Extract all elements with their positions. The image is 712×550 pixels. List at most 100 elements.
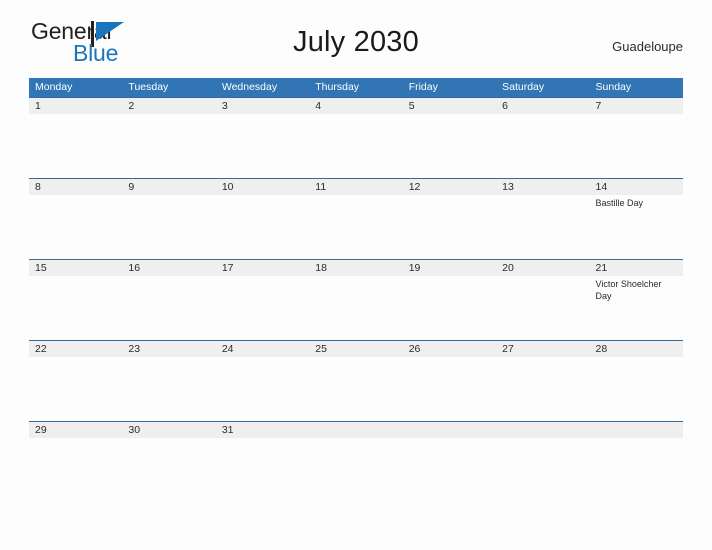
day-number-15[interactable]: 15 [29,260,122,276]
day-cell-19[interactable] [403,276,496,340]
calendar-page: General Blue July 2030 Guadeloupe Monday… [0,0,712,550]
day-number-16[interactable]: 16 [122,260,215,276]
day-cell-3[interactable] [216,114,309,178]
day-cell-empty [590,438,683,454]
day-cell-14[interactable]: Bastille Day [590,195,683,259]
calendar-week-row: 1234567 [29,97,683,178]
week-number-band: 8 9 10 11 12 13 14 [29,179,683,195]
day-cell-4[interactable] [309,114,402,178]
weekday-header-wednesday: Wednesday [221,81,278,93]
day-number-empty [309,422,402,438]
day-cell-22[interactable] [29,357,122,421]
day-event: Bastille Day [595,198,644,208]
day-cell-26[interactable] [403,357,496,421]
day-cell-1[interactable] [29,114,122,178]
week-number-band: 29 30 31 [29,422,683,438]
day-number-4[interactable]: 4 [309,98,402,114]
day-number-31[interactable]: 31 [216,422,309,438]
week-body [29,114,683,178]
weekday-header-tuesday: Tuesday [128,81,169,93]
day-cell-30[interactable] [122,438,215,454]
week-number-band: 15 16 17 18 19 20 21 [29,260,683,276]
day-cell-28[interactable] [590,357,683,421]
day-cell-27[interactable] [496,357,589,421]
weekday-header-friday: Friday [408,81,438,93]
week-body [29,357,683,421]
day-number-empty [496,422,589,438]
day-cell-20[interactable] [496,276,589,340]
weekday-header-thursday: Thursday [315,81,360,93]
day-number-1[interactable]: 1 [29,98,122,114]
week-body [29,438,683,454]
day-number-18[interactable]: 18 [309,260,402,276]
day-cell-8[interactable] [29,195,122,259]
day-number-27[interactable]: 27 [496,341,589,357]
week-body: Bastille Day [29,195,683,259]
day-cell-empty [309,438,402,454]
day-cell-18[interactable] [309,276,402,340]
day-cell-25[interactable] [309,357,402,421]
day-cell-6[interactable] [496,114,589,178]
calendar-week-row: 29 30 31 [29,421,683,454]
day-cell-13[interactable] [496,195,589,259]
day-cell-10[interactable] [216,195,309,259]
day-cell-empty [403,438,496,454]
day-cell-23[interactable] [122,357,215,421]
day-number-28[interactable]: 28 [590,341,683,357]
day-number-3[interactable]: 3 [216,98,309,114]
calendar-week-row: 15 16 17 18 19 20 21 Victor Shoelcher Day [29,259,683,340]
day-number-empty [590,422,683,438]
day-number-11[interactable]: 11 [309,179,402,195]
day-number-19[interactable]: 19 [403,260,496,276]
day-number-13[interactable]: 13 [496,179,589,195]
day-number-2[interactable]: 2 [122,98,215,114]
day-cell-15[interactable] [29,276,122,340]
weekday-header-monday: Monday [35,81,73,93]
day-number-8[interactable]: 8 [29,179,122,195]
day-number-9[interactable]: 9 [122,179,215,195]
weekday-header-row: Monday Tuesday Wednesday Thursday Friday Satu… [29,78,683,97]
day-cell-2[interactable] [122,114,215,178]
day-cell-16[interactable] [122,276,215,340]
day-number-29[interactable]: 29 [29,422,122,438]
day-cell-9[interactable] [122,195,215,259]
calendar-weeks: 1 2 3 4 5 6 7 8 9 10 11 12 13 14 Bastille Day 15 16 17 18 1… [29,97,683,454]
day-number-23[interactable]: 23 [122,341,215,357]
day-cell-11[interactable] [309,195,402,259]
day-cell-31[interactable] [216,438,309,454]
day-number-24[interactable]: 24 [216,341,309,357]
day-number-25[interactable]: 25 [309,341,402,357]
day-cell-7[interactable] [590,114,683,178]
day-number-6[interactable]: 6 [496,98,589,114]
day-number-10[interactable]: 10 [216,179,309,195]
calendar-week-row: 22 23 24 25 26 27 28 [29,340,683,421]
day-cell-5[interactable] [403,114,496,178]
day-number-26[interactable]: 26 [403,341,496,357]
day-event: Victor Shoelcher Day [595,279,662,301]
day-cell-24[interactable] [216,357,309,421]
day-number-21[interactable]: 21 [590,260,683,276]
day-cell-empty [496,438,589,454]
weekday-header-sunday: Sunday [595,81,632,93]
day-cell-12[interactable] [403,195,496,259]
page-title: July 2030 [293,26,419,58]
calendar-grid: Monday Tuesday Wednesday Thursday Friday Satu… [29,78,683,454]
day-cell-29[interactable] [29,438,122,454]
week-number-band: 22 23 24 25 26 27 28 [29,341,683,357]
day-cell-21[interactable]: Victor Shoelcher Day [590,276,683,340]
page-header: General Blue July 2030 Guadeloupe [29,0,683,74]
day-number-14[interactable]: 14 [590,179,683,195]
location-label: Guadeloupe [612,39,683,54]
week-body: Victor Shoelcher Day [29,276,683,340]
weekday-header-saturday: Saturday [502,81,545,93]
day-number-17[interactable]: 17 [216,260,309,276]
day-number-empty [403,422,496,438]
day-number-20[interactable]: 20 [496,260,589,276]
day-number-30[interactable]: 30 [122,422,215,438]
day-number-12[interactable]: 12 [403,179,496,195]
day-number-22[interactable]: 22 [29,341,122,357]
day-number-7[interactable]: 7 [590,98,683,114]
week-number-band: 1234567 [29,98,683,114]
day-cell-17[interactable] [216,276,309,340]
day-number-5[interactable]: 5 [403,98,496,114]
